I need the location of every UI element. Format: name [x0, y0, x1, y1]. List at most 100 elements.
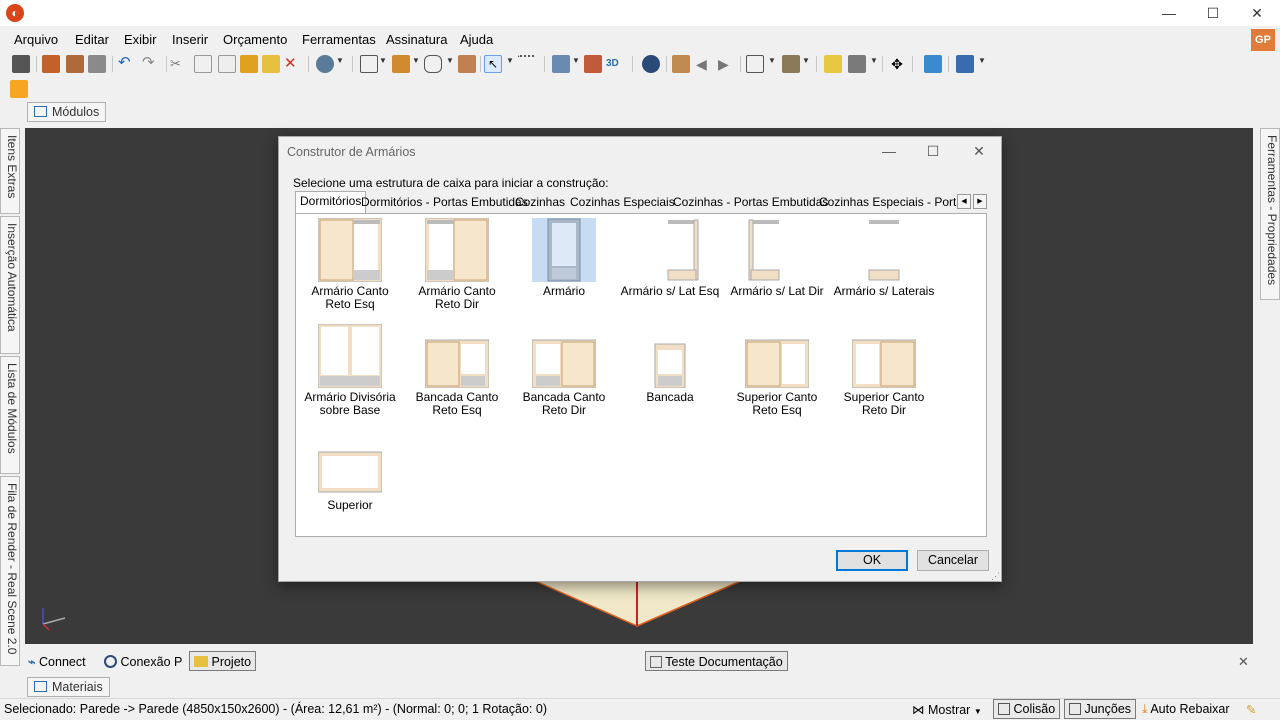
tab-ferramentas-propriedades[interactable]: Ferramentas - Propriedades	[1260, 128, 1280, 300]
user-avatar[interactable]: GP	[1251, 29, 1275, 51]
maximize-button[interactable]: ☐	[1190, 0, 1236, 26]
tab-projeto[interactable]: Projeto	[189, 651, 257, 671]
tab-modulos[interactable]: Módulos	[27, 102, 107, 122]
brush-icon[interactable]: ✎	[1246, 702, 1256, 717]
tab-connect[interactable]: ⌁ Connect	[28, 652, 86, 672]
paste-icon[interactable]	[218, 55, 236, 73]
list-item[interactable]: Superior	[297, 432, 403, 512]
undo-icon[interactable]: ↶	[118, 55, 136, 73]
chevron-down-icon[interactable]: ▼	[506, 56, 514, 65]
ok-button[interactable]: OK	[836, 550, 908, 571]
hammer-icon[interactable]	[240, 55, 258, 73]
list-item[interactable]: Bancada	[617, 324, 723, 404]
delete-icon[interactable]: ✕	[284, 55, 302, 73]
tab-insercao-automatica[interactable]: Inserção Automática	[0, 216, 20, 354]
tab-cozinhas-portas-embutidas[interactable]: Cozinhas - Portas Embutidas	[669, 193, 832, 213]
cut-icon[interactable]: ✂	[170, 55, 188, 73]
close-icon[interactable]: ✕	[1238, 652, 1249, 672]
chevron-down-icon[interactable]: ▼	[572, 56, 580, 65]
dialog-maximize-button[interactable]: ☐	[911, 137, 955, 165]
app-logo-icon[interactable]: ◐	[6, 4, 24, 22]
save-icon[interactable]	[12, 55, 30, 73]
list-item[interactable]: Superior Canto Reto Dir	[831, 324, 937, 417]
pan-icon[interactable]: ✥	[888, 55, 906, 73]
measure-icon[interactable]	[518, 55, 536, 73]
layers-icon[interactable]	[552, 55, 570, 73]
camera-icon[interactable]	[848, 55, 866, 73]
select-cursor-icon[interactable]: ↖	[484, 55, 502, 73]
chevron-down-icon[interactable]: ▼	[768, 56, 776, 65]
tab-scroll-left-icon[interactable]: ◀	[957, 194, 971, 209]
menu-arquivo[interactable]: Arquivo	[14, 32, 58, 47]
list-item[interactable]: Armário Canto Reto Dir	[404, 218, 510, 311]
resize-grip-icon[interactable]: ⋰	[991, 571, 1000, 582]
light-icon[interactable]	[824, 55, 842, 73]
tab-fila-render[interactable]: Fila de Render - Real Scene 2.0	[0, 476, 20, 666]
tab-materiais[interactable]: Materiais	[27, 677, 110, 697]
menu-inserir[interactable]: Inserir	[172, 32, 208, 47]
paint-icon[interactable]	[262, 55, 280, 73]
copy-icon[interactable]	[194, 55, 212, 73]
view-box-icon[interactable]	[746, 55, 764, 73]
cancel-button[interactable]: Cancelar	[917, 550, 989, 571]
list-item[interactable]: Bancada Canto Reto Dir	[511, 324, 617, 417]
tab-scroll-right-icon[interactable]: ▶	[973, 194, 987, 209]
chat-icon[interactable]	[924, 55, 942, 73]
tab-dormitorios-portas-embutidas[interactable]: Dormitórios - Portas Embutidas	[357, 193, 532, 213]
chevron-down-icon[interactable]: ▼	[379, 56, 387, 65]
person-icon[interactable]	[10, 80, 28, 98]
tab-cozinhas-especiais[interactable]: Cozinhas Especiais	[566, 193, 679, 213]
height-icon[interactable]	[584, 55, 602, 73]
view-3d-icon[interactable]: 3D	[606, 55, 624, 73]
printer-setup-icon[interactable]	[88, 55, 106, 73]
door-icon[interactable]	[458, 55, 476, 73]
layout-icon[interactable]	[956, 55, 974, 73]
dialog-close-button[interactable]: ✕	[957, 137, 1001, 165]
cube-icon[interactable]	[782, 55, 800, 73]
module-icon[interactable]	[360, 55, 378, 73]
menu-orcamento[interactable]: Orçamento	[223, 32, 287, 47]
arrow-right-icon[interactable]: ▶	[718, 55, 736, 73]
colisao-toggle[interactable]: Colisão	[993, 699, 1061, 719]
redo-icon[interactable]: ↷	[142, 55, 160, 73]
tab-dormitorios[interactable]: Dormitórios	[295, 191, 367, 213]
menu-ajuda[interactable]: Ajuda	[460, 32, 493, 47]
chevron-down-icon[interactable]: ▼	[802, 56, 810, 65]
list-item[interactable]: Superior Canto Reto Esq	[724, 324, 830, 417]
juncoes-toggle[interactable]: Junções	[1064, 699, 1137, 719]
currency-icon[interactable]	[316, 55, 334, 73]
arrow-left-icon[interactable]: ◀	[696, 55, 714, 73]
shape-icon[interactable]	[424, 55, 442, 73]
dialog-minimize-button[interactable]: —	[867, 137, 911, 165]
list-item[interactable]: Armário s/ Laterais	[831, 218, 937, 298]
list-item[interactable]: Bancada Canto Reto Esq	[404, 324, 510, 417]
print-icon[interactable]	[42, 55, 60, 73]
tab-teste-documentacao[interactable]: Teste Documentação	[645, 651, 788, 671]
menu-ferramentas[interactable]: Ferramentas	[302, 32, 376, 47]
tab-cozinhas[interactable]: Cozinhas	[511, 193, 569, 213]
menu-editar[interactable]: Editar	[75, 32, 109, 47]
chevron-down-icon[interactable]: ▼	[336, 56, 344, 65]
list-item[interactable]: Armário s/ Lat Dir	[724, 218, 830, 298]
chevron-down-icon[interactable]: ▼	[978, 56, 986, 65]
list-item[interactable]: Armário Divisória sobre Base	[297, 324, 403, 417]
mostrar-button[interactable]: ⋈ Mostrar ▼	[912, 702, 982, 717]
list-item[interactable]: Armário s/ Lat Esq	[617, 218, 723, 298]
list-item[interactable]: Armário Canto Reto Esq	[297, 218, 403, 311]
move-icon[interactable]	[672, 55, 690, 73]
menu-exibir[interactable]: Exibir	[124, 32, 157, 47]
auto-rebaixar-toggle[interactable]: ⤓ Auto Rebaixar	[1142, 702, 1230, 717]
close-button[interactable]: ✕	[1234, 0, 1280, 26]
list-item[interactable]: Armário	[511, 218, 617, 298]
minimize-button[interactable]: —	[1146, 0, 1192, 26]
chevron-down-icon[interactable]: ▼	[412, 56, 420, 65]
eye-icon[interactable]	[642, 55, 660, 73]
print-preview-icon[interactable]	[66, 55, 84, 73]
chevron-down-icon[interactable]: ▼	[870, 56, 878, 65]
tab-itens-extras[interactable]: Itens Extras	[0, 128, 20, 214]
chevron-down-icon[interactable]: ▼	[446, 56, 454, 65]
menu-assinatura[interactable]: Assinatura	[386, 32, 447, 47]
tab-lista-modulos[interactable]: Lista de Módulos	[0, 356, 20, 474]
arrange-icon[interactable]	[392, 55, 410, 73]
tab-conexao[interactable]: Conexão P	[104, 652, 182, 672]
